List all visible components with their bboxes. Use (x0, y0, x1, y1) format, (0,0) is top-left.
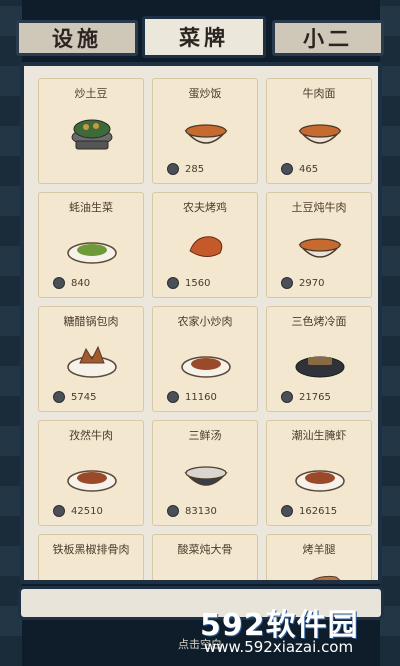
dish-price: 285 (167, 163, 204, 175)
dish-icon (176, 107, 236, 155)
dish-card[interactable]: 烤羊腿 (266, 534, 372, 580)
coin-icon (167, 163, 179, 175)
dish-icon (176, 335, 236, 383)
dish-icon (62, 449, 122, 497)
dish-name: 蛋炒饭 (188, 87, 222, 100)
dish-name: 农夫烤鸡 (183, 201, 227, 214)
dish-name: 烤羊腿 (302, 543, 336, 556)
dish-price: 5745 (53, 391, 96, 403)
coin-icon (167, 391, 179, 403)
dish-card[interactable]: 农夫烤鸡 1560 (152, 192, 258, 298)
dish-name: 三色烤冷面 (291, 315, 347, 328)
dish-price-value: 21765 (299, 391, 331, 403)
menu-panel: 炒土豆 蛋炒饭 285 牛肉面 465 蚝油生菜 840 农夫烤鸡 1560 土豆炖牛肉 2970 糖… (20, 62, 382, 584)
dish-card[interactable]: 土豆炖牛肉 2970 (266, 192, 372, 298)
dish-card[interactable]: 铁板黑椒排骨肉 (38, 534, 144, 580)
dish-price-value: 11160 (185, 391, 217, 403)
coin-icon (167, 505, 179, 517)
dish-name: 三鲜汤 (188, 429, 222, 442)
dish-price-value: 465 (299, 163, 319, 175)
tab-bar: 设施 菜牌 小二 (14, 16, 386, 60)
dish-name: 孜然牛肉 (69, 429, 113, 442)
dish-card[interactable]: 蛋炒饭 285 (152, 78, 258, 184)
dish-name: 土豆炖牛肉 (291, 201, 347, 214)
tab-facilities[interactable]: 设施 (16, 20, 138, 56)
coin-icon (53, 505, 65, 517)
coin-icon (281, 163, 293, 175)
tab-menu[interactable]: 菜牌 (142, 16, 266, 58)
dish-card[interactable]: 孜然牛肉 42510 (38, 420, 144, 526)
dish-card[interactable]: 农家小炒肉 11160 (152, 306, 258, 412)
dish-price-value: 285 (185, 163, 205, 175)
dish-card[interactable]: 炒土豆 (38, 78, 144, 184)
dish-card[interactable]: 酸菜炖大骨 (152, 534, 258, 580)
coin-icon (53, 391, 65, 403)
dish-price: 2970 (281, 277, 324, 289)
dish-price: 840 (53, 277, 90, 289)
coin-icon (281, 505, 293, 517)
dish-icon (176, 563, 236, 580)
coin-icon (53, 277, 65, 289)
dish-name: 铁板黑椒排骨肉 (52, 543, 130, 556)
dish-name: 农家小炒肉 (177, 315, 233, 328)
dish-price-value: 840 (71, 277, 91, 289)
dish-icon (290, 107, 350, 155)
dish-card[interactable]: 潮汕生腌虾 162615 (266, 420, 372, 526)
dish-price: 42510 (53, 505, 103, 517)
dish-name: 酸菜炖大骨 (177, 543, 233, 556)
watermark: 592软件园 www.592xiazai.com (194, 600, 392, 660)
dish-icon (290, 221, 350, 269)
dish-icon (290, 449, 350, 497)
dish-price-value: 2970 (299, 277, 325, 289)
dish-icon (290, 563, 350, 580)
dish-price: 83130 (167, 505, 217, 517)
coin-icon (167, 277, 179, 289)
dish-icon (62, 221, 122, 269)
dish-name: 炒土豆 (74, 87, 108, 100)
dish-price: 465 (281, 163, 318, 175)
dish-price-value: 1560 (185, 277, 211, 289)
dish-price-value: 42510 (71, 505, 103, 517)
dish-name: 糖醋锅包肉 (63, 315, 119, 328)
coin-icon (281, 277, 293, 289)
dish-name: 潮汕生腌虾 (291, 429, 347, 442)
dish-card[interactable]: 糖醋锅包肉 5745 (38, 306, 144, 412)
dish-card[interactable]: 三色烤冷面 21765 (266, 306, 372, 412)
dish-name: 牛肉面 (302, 87, 336, 100)
dish-icon (176, 449, 236, 497)
dish-price: 162615 (281, 505, 337, 517)
dish-price: 21765 (281, 391, 331, 403)
dish-price-value: 83130 (185, 505, 217, 517)
left-wall (0, 0, 22, 666)
dish-name: 蚝油生菜 (69, 201, 113, 214)
coin-icon (281, 391, 293, 403)
right-wall (380, 0, 400, 666)
dish-card[interactable]: 蚝油生菜 840 (38, 192, 144, 298)
dish-price: 1560 (167, 277, 210, 289)
watermark-url: www.592xiazai.com (204, 638, 354, 656)
dish-card[interactable]: 牛肉面 465 (266, 78, 372, 184)
dish-price: 11160 (167, 391, 217, 403)
dish-icon (176, 221, 236, 269)
tab-waiter[interactable]: 小二 (272, 20, 384, 56)
dish-card[interactable]: 三鲜汤 83130 (152, 420, 258, 526)
dish-icon (290, 335, 350, 383)
dish-icon (62, 563, 122, 580)
dish-price-value: 5745 (71, 391, 97, 403)
dish-icon (62, 107, 122, 155)
dish-price-value: 162615 (299, 505, 338, 517)
dish-icon (62, 335, 122, 383)
